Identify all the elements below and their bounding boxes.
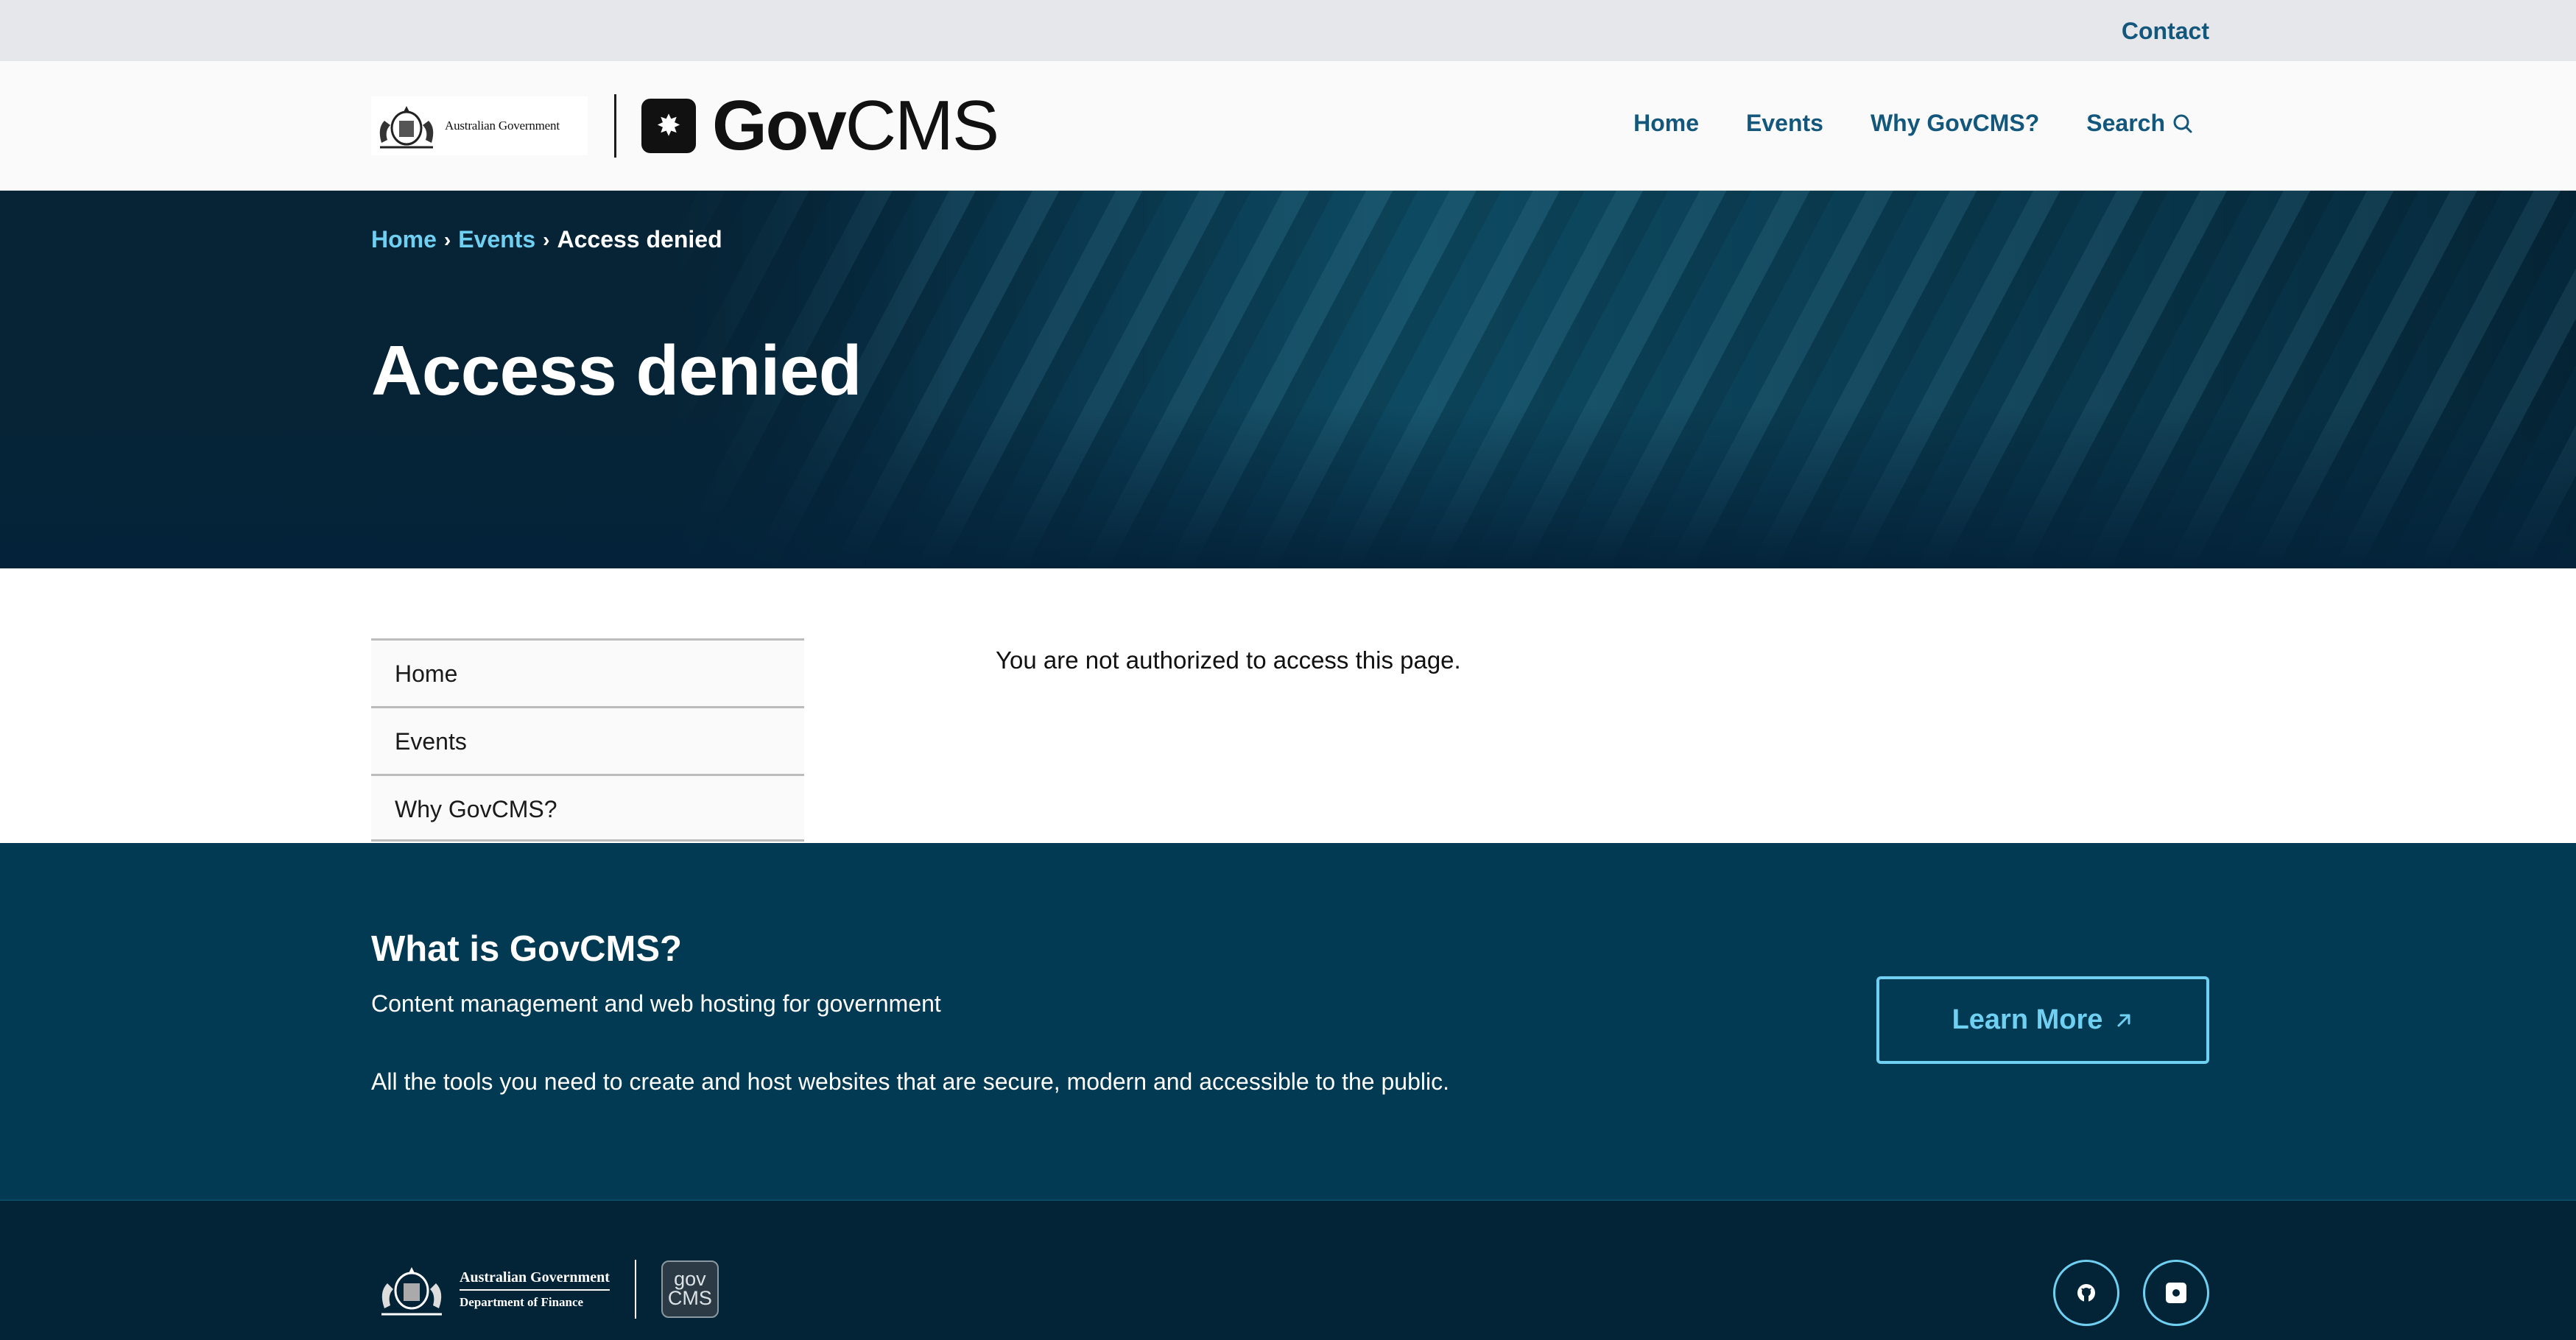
social-links (2053, 1260, 2209, 1326)
footer-logo: Australian Government Department of Fina… (371, 1258, 719, 1320)
govcms-badge-top: gov (674, 1268, 706, 1290)
utility-bar: Contact (0, 0, 2576, 61)
sidebar-item-why-govcms[interactable]: Why GovCMS? (371, 774, 804, 842)
coat-of-arms-icon (381, 1267, 442, 1316)
page-hero: Home › Events › Access denied Access den… (0, 191, 2576, 568)
sidebar-item-events[interactable]: Events (371, 706, 804, 774)
govcms-social-link[interactable] (2143, 1260, 2209, 1326)
govcms-logo: ✸ GovCMS (641, 86, 999, 165)
breadcrumb: Home › Events › Access denied (371, 226, 722, 253)
site-footer: Australian Government Department of Fina… (0, 1199, 2576, 1340)
gov-logo-text: Australian Government (445, 119, 560, 133)
coat-of-arms-icon (379, 106, 434, 149)
govcms-badge-bottom: CMS (667, 1287, 712, 1309)
contact-link[interactable]: Contact (2122, 18, 2209, 45)
search-icon (2173, 114, 2192, 133)
footer-gov-line1: Australian Government (460, 1269, 610, 1291)
page-title: Access denied (371, 331, 862, 410)
footer-logo-divider (634, 1260, 636, 1319)
learn-more-button[interactable]: Learn More (1876, 976, 2209, 1064)
footer-gov-line2: Department of Finance (460, 1294, 584, 1309)
promo-subtitle: Content management and web hosting for g… (371, 990, 941, 1017)
brand-logo[interactable]: Australian Government ✸ GovCMS (371, 86, 999, 165)
sidebar-nav: Home Events Why GovCMS? (371, 638, 804, 842)
promo-title: What is GovCMS? (371, 929, 682, 969)
govcms-badge: gov CMS (661, 1260, 719, 1318)
govcms-wordmark: GovCMS (712, 86, 999, 165)
logo-divider (614, 94, 616, 158)
sidebar-item-home[interactable]: Home (371, 638, 804, 706)
learn-more-label: Learn More (1952, 1004, 2103, 1035)
chevron-right-icon: › (443, 228, 451, 251)
nav-why-govcms[interactable]: Why GovCMS? (1871, 110, 2039, 137)
nav-search[interactable]: Search (2086, 110, 2193, 137)
what-is-govcms-section: What is GovCMS? Content management and w… (0, 843, 2576, 1199)
australian-government-logo: Australian Government (371, 96, 588, 155)
nav-search-label: Search (2086, 110, 2165, 136)
footer-gov-text: Australian Government Department of Fina… (460, 1269, 610, 1310)
nav-home[interactable]: Home (1633, 110, 1699, 137)
govcms-star-icon: ✸ (641, 99, 696, 153)
github-icon (2077, 1284, 2095, 1302)
access-denied-message: You are not authorized to access this pa… (996, 646, 1461, 674)
promo-description: All the tools you need to create and hos… (371, 1068, 1449, 1095)
github-link[interactable] (2053, 1260, 2119, 1326)
external-arrow-icon (2117, 1014, 2130, 1026)
chevron-right-icon: › (543, 228, 550, 251)
nav-events[interactable]: Events (1746, 110, 1823, 137)
breadcrumb-home[interactable]: Home (371, 226, 437, 253)
breadcrumb-current: Access denied (557, 226, 722, 253)
main-nav: Home Events Why GovCMS? Search (1633, 110, 2193, 137)
site-header: Australian Government ✸ GovCMS Home Even… (0, 61, 2576, 191)
breadcrumb-events[interactable]: Events (458, 226, 535, 253)
govcms-icon (2166, 1283, 2186, 1303)
